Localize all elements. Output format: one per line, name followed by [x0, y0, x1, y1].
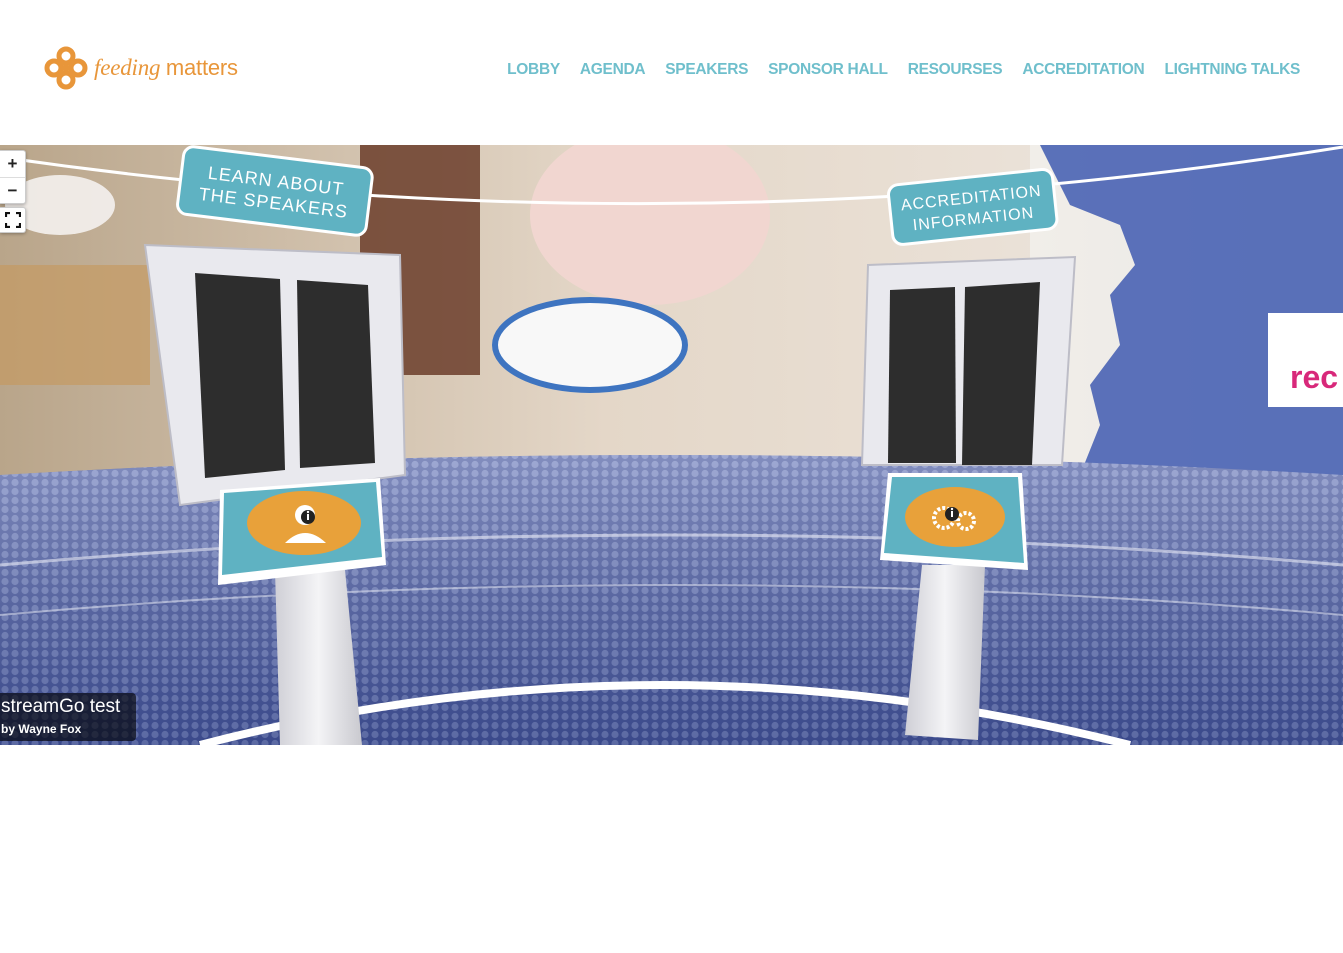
nav-accreditation[interactable]: ACCREDITATION — [1022, 61, 1144, 79]
left-door-panel-left — [195, 273, 285, 478]
mural-food-plate — [0, 265, 150, 385]
nav-lightning-talks[interactable]: LIGHTNING TALKS — [1164, 61, 1300, 79]
zoom-in-button[interactable]: + — [0, 151, 25, 177]
partial-banner-text: rec — [1290, 359, 1338, 395]
nav-speakers[interactable]: SPEAKERS — [665, 61, 748, 79]
speakers-door[interactable] — [143, 243, 407, 507]
nav-resources[interactable]: RESOURSES — [908, 61, 1003, 79]
logo-word-matters: matters — [165, 55, 238, 80]
logo-wordmark: feeding matters — [94, 55, 238, 81]
virtual-lobby-scene[interactable]: rec LEARN ABOUT THE SPEAKERS ACCREDITATI… — [0, 145, 1343, 745]
nav-lobby[interactable]: LOBBY — [507, 61, 560, 79]
panorama-viewer[interactable]: rec LEARN ABOUT THE SPEAKERS ACCREDITATI… — [0, 145, 1343, 745]
flower-logo-icon — [44, 46, 88, 90]
zoom-controls: + − — [0, 150, 26, 204]
site-header: feeding matters LOBBY AGENDA SPEAKERS SP… — [0, 0, 1343, 145]
panorama-author: by Wayne Fox — [1, 722, 82, 736]
mural-baby-bowl — [492, 297, 688, 393]
left-door-panel-right — [297, 280, 375, 468]
logo-word-feeding: feeding — [94, 55, 161, 80]
main-nav: LOBBY AGENDA SPEAKERS SPONSOR HALL RESOU… — [487, 61, 1300, 79]
right-door-panel-left — [888, 287, 956, 463]
panorama-title: streamGo test — [1, 696, 121, 717]
panorama-info-panel: streamGo test by Wayne Fox — [0, 693, 136, 741]
fullscreen-button[interactable] — [0, 207, 26, 233]
feeding-matters-logo[interactable]: feeding matters — [44, 46, 238, 90]
zoom-out-button[interactable]: − — [0, 177, 25, 203]
right-door-panel-right — [962, 282, 1040, 465]
nav-sponsor-hall[interactable]: SPONSOR HALL — [768, 61, 888, 79]
fullscreen-icon — [4, 212, 21, 228]
accreditation-door[interactable] — [860, 255, 1077, 466]
nav-agenda[interactable]: AGENDA — [580, 61, 646, 79]
